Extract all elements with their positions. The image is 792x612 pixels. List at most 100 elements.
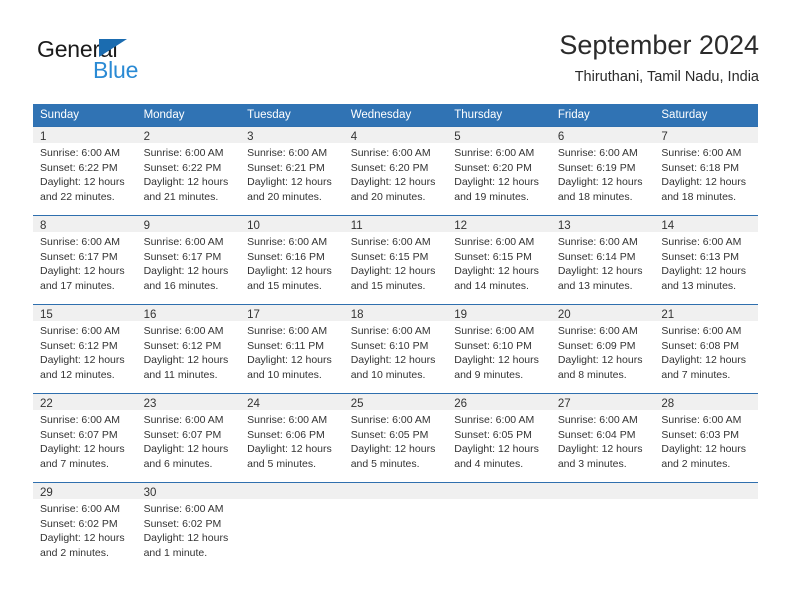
daylight-text-line2: and 10 minutes. (350, 368, 426, 381)
day-cell[interactable]: 5 Sunrise: 6:00 AM Sunset: 6:20 PM Dayli… (447, 126, 551, 216)
sunrise-text: Sunrise: 6:00 AM (247, 414, 328, 426)
day-details: Sunrise: 6:00 AM Sunset: 6:10 PM Dayligh… (344, 321, 448, 382)
day-cell[interactable]: 27 Sunrise: 6:00 AM Sunset: 6:04 PM Dayl… (550, 393, 655, 483)
sunset-text: Sunset: 6:07 PM (40, 428, 118, 441)
sunset-text: Sunset: 6:14 PM (557, 250, 636, 263)
day-details (344, 499, 448, 502)
day-cell[interactable]: 30 Sunrise: 6:00 AM Sunset: 6:02 PM Dayl… (136, 482, 241, 571)
sunset-text: Sunset: 6:11 PM (247, 339, 324, 352)
weekday-header-row: Sunday Monday Tuesday Wednesday Thursday… (33, 104, 758, 127)
day-cell[interactable]: 8 Sunrise: 6:00 AM Sunset: 6:17 PM Dayli… (33, 215, 137, 305)
day-cell[interactable]: 1 Sunrise: 6:00 AM Sunset: 6:22 PM Dayli… (33, 126, 137, 216)
daylight-text-line2: and 17 minutes. (40, 279, 115, 292)
daylight-text-line1: Daylight: 12 hours (557, 265, 643, 278)
day-number (550, 483, 655, 499)
day-cell[interactable]: 29 Sunrise: 6:00 AM Sunset: 6:02 PM Dayl… (33, 482, 137, 571)
sunset-text: Sunset: 6:05 PM (350, 428, 429, 441)
sunrise-text: Sunrise: 6:00 AM (143, 147, 224, 159)
daylight-text-line2: and 13 minutes. (661, 279, 737, 292)
sunset-text: Sunset: 6:02 PM (40, 517, 118, 530)
day-cell[interactable]: 12 Sunrise: 6:00 AM Sunset: 6:15 PM Dayl… (447, 215, 551, 305)
day-details: Sunrise: 6:00 AM Sunset: 6:07 PM Dayligh… (33, 410, 137, 471)
sunrise-text: Sunrise: 6:00 AM (661, 414, 742, 426)
day-cell[interactable]: 3 Sunrise: 6:00 AM Sunset: 6:21 PM Dayli… (240, 126, 344, 216)
sunrise-text: Sunrise: 6:00 AM (350, 236, 431, 248)
sunset-text: Sunset: 6:19 PM (557, 161, 636, 174)
day-number: 28 (654, 394, 758, 410)
day-cell[interactable]: 2 Sunrise: 6:00 AM Sunset: 6:22 PM Dayli… (136, 126, 241, 216)
day-cell[interactable]: 21 Sunrise: 6:00 AM Sunset: 6:08 PM Dayl… (654, 304, 758, 394)
sunset-text: Sunset: 6:18 PM (661, 161, 740, 174)
sunset-text: Sunset: 6:20 PM (350, 161, 429, 174)
daylight-text-line1: Daylight: 12 hours (143, 443, 229, 456)
sunset-text: Sunset: 6:13 PM (661, 250, 740, 263)
calendar-body: 1 Sunrise: 6:00 AM Sunset: 6:22 PM Dayli… (33, 126, 758, 571)
day-cell[interactable]: 26 Sunrise: 6:00 AM Sunset: 6:05 PM Dayl… (447, 393, 551, 483)
day-cell[interactable]: 11 Sunrise: 6:00 AM Sunset: 6:15 PM Dayl… (343, 215, 448, 305)
sunset-text: Sunset: 6:21 PM (247, 161, 325, 174)
day-cell[interactable]: 25 Sunrise: 6:00 AM Sunset: 6:05 PM Dayl… (343, 393, 448, 483)
day-number (654, 483, 758, 499)
weekday-header-monday: Monday (136, 104, 241, 127)
day-cell[interactable]: 22 Sunrise: 6:00 AM Sunset: 6:07 PM Dayl… (33, 393, 137, 483)
day-number: 22 (33, 394, 137, 410)
sunrise-text: Sunrise: 6:00 AM (40, 414, 120, 426)
day-cell-empty (240, 482, 344, 571)
day-cell[interactable]: 17 Sunrise: 6:00 AM Sunset: 6:11 PM Dayl… (240, 304, 344, 394)
sunrise-text: Sunrise: 6:00 AM (557, 236, 638, 248)
daylight-text-line2: and 5 minutes. (247, 457, 317, 470)
day-details: Sunrise: 6:00 AM Sunset: 6:18 PM Dayligh… (654, 143, 758, 204)
day-number: 8 (33, 216, 137, 232)
daylight-text-line2: and 2 minutes. (661, 457, 731, 470)
daylight-text-line2: and 6 minutes. (143, 457, 213, 470)
daylight-text-line2: and 1 minute. (143, 546, 208, 559)
daylight-text-line1: Daylight: 12 hours (454, 443, 539, 456)
day-number: 19 (447, 305, 551, 321)
day-cell[interactable]: 20 Sunrise: 6:00 AM Sunset: 6:09 PM Dayl… (550, 304, 655, 394)
sunrise-text: Sunrise: 6:00 AM (350, 414, 431, 426)
day-cell[interactable]: 10 Sunrise: 6:00 AM Sunset: 6:16 PM Dayl… (240, 215, 344, 305)
daylight-text-line2: and 4 minutes. (454, 457, 524, 470)
title-block: September 2024 Thiruthani, Tamil Nadu, I… (559, 28, 759, 87)
day-cell[interactable]: 15 Sunrise: 6:00 AM Sunset: 6:12 PM Dayl… (33, 304, 137, 394)
day-number: 9 (136, 216, 241, 232)
sunset-text: Sunset: 6:20 PM (454, 161, 532, 174)
day-cell[interactable]: 28 Sunrise: 6:00 AM Sunset: 6:03 PM Dayl… (654, 393, 758, 483)
day-number (447, 483, 551, 499)
month-calendar-table: Sunday Monday Tuesday Wednesday Thursday… (33, 104, 758, 571)
daylight-text-line2: and 18 minutes. (557, 190, 633, 203)
day-cell[interactable]: 13 Sunrise: 6:00 AM Sunset: 6:14 PM Dayl… (550, 215, 655, 305)
daylight-text-line1: Daylight: 12 hours (661, 354, 747, 367)
day-cell[interactable]: 7 Sunrise: 6:00 AM Sunset: 6:18 PM Dayli… (654, 126, 758, 216)
day-number: 25 (343, 394, 448, 410)
day-cell[interactable]: 6 Sunrise: 6:00 AM Sunset: 6:19 PM Dayli… (550, 126, 655, 216)
weekday-header-friday: Friday (550, 104, 655, 127)
day-cell[interactable]: 14 Sunrise: 6:00 AM Sunset: 6:13 PM Dayl… (654, 215, 758, 305)
day-cell[interactable]: 4 Sunrise: 6:00 AM Sunset: 6:20 PM Dayli… (343, 126, 448, 216)
day-details: Sunrise: 6:00 AM Sunset: 6:05 PM Dayligh… (447, 410, 551, 471)
day-cell[interactable]: 18 Sunrise: 6:00 AM Sunset: 6:10 PM Dayl… (343, 304, 448, 394)
sunset-text: Sunset: 6:09 PM (557, 339, 636, 352)
day-details: Sunrise: 6:00 AM Sunset: 6:12 PM Dayligh… (33, 321, 137, 382)
daylight-text-line1: Daylight: 12 hours (557, 176, 643, 189)
day-cell[interactable]: 23 Sunrise: 6:00 AM Sunset: 6:07 PM Dayl… (136, 393, 241, 483)
week-row: 29 Sunrise: 6:00 AM Sunset: 6:02 PM Dayl… (33, 482, 758, 571)
day-number: 5 (447, 127, 551, 143)
day-number: 10 (240, 216, 344, 232)
day-cell[interactable]: 24 Sunrise: 6:00 AM Sunset: 6:06 PM Dayl… (240, 393, 344, 483)
daylight-text-line2: and 5 minutes. (350, 457, 420, 470)
day-cell[interactable]: 9 Sunrise: 6:00 AM Sunset: 6:17 PM Dayli… (136, 215, 241, 305)
daylight-text-line1: Daylight: 12 hours (247, 354, 332, 367)
daylight-text-line1: Daylight: 12 hours (350, 443, 436, 456)
daylight-text-line1: Daylight: 12 hours (40, 443, 125, 456)
daylight-text-line1: Daylight: 12 hours (40, 532, 125, 545)
logo-triangle-icon (99, 39, 127, 57)
day-cell[interactable]: 16 Sunrise: 6:00 AM Sunset: 6:12 PM Dayl… (136, 304, 241, 394)
day-cell[interactable]: 19 Sunrise: 6:00 AM Sunset: 6:10 PM Dayl… (447, 304, 551, 394)
day-number: 27 (550, 394, 655, 410)
sunset-text: Sunset: 6:06 PM (247, 428, 325, 441)
day-details: Sunrise: 6:00 AM Sunset: 6:05 PM Dayligh… (344, 410, 448, 471)
sunset-text: Sunset: 6:15 PM (454, 250, 532, 263)
sunset-text: Sunset: 6:08 PM (661, 339, 740, 352)
sunrise-text: Sunrise: 6:00 AM (350, 147, 431, 159)
